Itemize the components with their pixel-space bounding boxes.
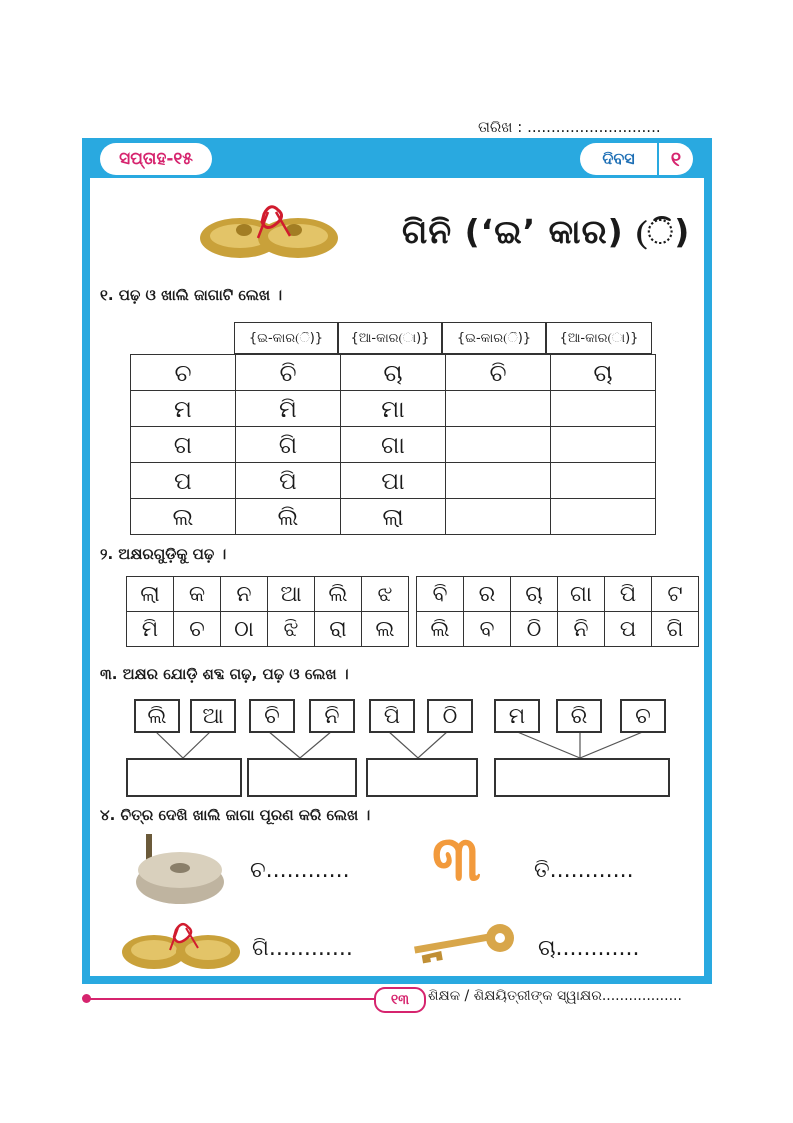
syllable-box: ଲି (134, 699, 180, 733)
page-number: ୧୩ (374, 987, 426, 1013)
numeral-three: ୩ (432, 822, 481, 895)
teacher-signature: ଶିକ୍ଷକ / ଶିକ୍ଷୟିତ୍ରୀଙ୍କ ସ୍ୱାକ୍ଷର........… (428, 988, 682, 1004)
key-image (414, 924, 514, 964)
syllable-box: ପି (369, 699, 415, 733)
syllable-box: ରି (556, 699, 602, 733)
syllable-box: ନି (309, 699, 355, 733)
q4-item-2: ତି............ (534, 858, 634, 883)
q4-instruction: ୪. ଚିତ୍ର ଦେଖି ଖାଲି ଜାଗା ପୂରଣ କରି ଲେଖ । (100, 806, 371, 824)
syllable-box: ଚ (620, 699, 666, 733)
cymbals-small-image (122, 922, 240, 969)
answer-box[interactable] (126, 758, 242, 797)
syllable-box: ଆ (190, 699, 236, 733)
q4-item-4: ଚା............ (538, 936, 640, 961)
syllable-box: ଠି (427, 699, 473, 733)
answer-box[interactable] (494, 758, 670, 797)
connector-lines (154, 730, 646, 759)
footer-line (86, 998, 380, 1000)
syllable-box: ମ (494, 699, 540, 733)
q4-item-1: ଚ............ (250, 858, 350, 883)
grinding-stone-image (136, 834, 224, 904)
syllable-box: ଚି (249, 699, 295, 733)
answer-box[interactable] (247, 758, 357, 797)
answer-box[interactable] (366, 758, 478, 797)
q4-item-3: ଗି............ (252, 936, 353, 961)
